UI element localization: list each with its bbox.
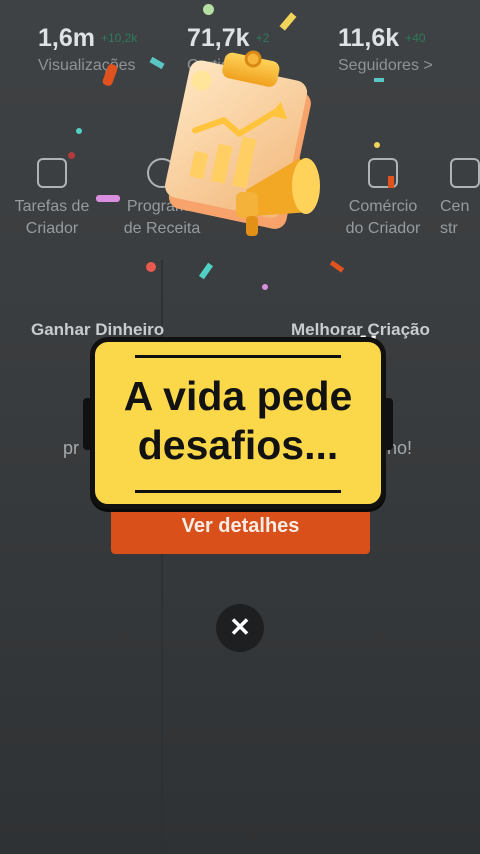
confetti-piece <box>262 284 268 290</box>
confetti-piece <box>388 176 394 188</box>
confetti-piece <box>374 78 384 82</box>
stat-followers[interactable]: 11,6k +40 Seguidores > <box>338 24 433 75</box>
tool-partial-label: Cen str <box>440 198 470 237</box>
confetti-piece <box>96 195 120 202</box>
caption-line-2: desafios... <box>137 422 339 468</box>
stat-followers-value: 11,6k <box>338 24 400 52</box>
caption-right-tab <box>383 398 393 450</box>
caption-line-1: A vida pede <box>123 373 353 419</box>
popup-body-left: pr <box>63 438 80 458</box>
close-icon[interactable]: ✕ <box>216 604 264 652</box>
stat-views[interactable]: 1,6m +10,2k Visualizações <box>38 24 137 75</box>
partial-icon <box>450 158 480 188</box>
clipboard-megaphone-illustration <box>165 50 320 236</box>
confetti-piece <box>374 142 380 148</box>
caption-text: A vida pede desafios... <box>95 372 381 470</box>
tool-partial[interactable]: Cen str <box>440 158 480 240</box>
stat-views-value: 1,6m <box>38 24 95 52</box>
stat-followers-label: Seguidores > <box>338 57 433 74</box>
caption-top-rule <box>135 355 341 358</box>
tool-creator-commerce[interactable]: Comércio do Criador <box>323 158 443 240</box>
caption-banner: A vida pede desafios... <box>83 337 393 509</box>
stat-views-label: Visualizações <box>38 57 136 74</box>
stat-followers-delta: +40 <box>405 31 426 45</box>
calendar-check-icon <box>37 158 67 188</box>
confetti-piece <box>203 4 214 15</box>
caption-bottom-rule <box>135 490 341 493</box>
tool-creator-commerce-label: Comércio do Criador <box>345 198 421 237</box>
tool-creator-tasks-label: Tarefas de Criador <box>14 198 90 237</box>
confetti-piece <box>68 152 75 159</box>
caption-left-tab <box>83 398 93 450</box>
confetti-piece <box>146 262 156 272</box>
stat-views-delta: +10,2k <box>100 31 138 45</box>
confetti-piece <box>76 128 82 134</box>
